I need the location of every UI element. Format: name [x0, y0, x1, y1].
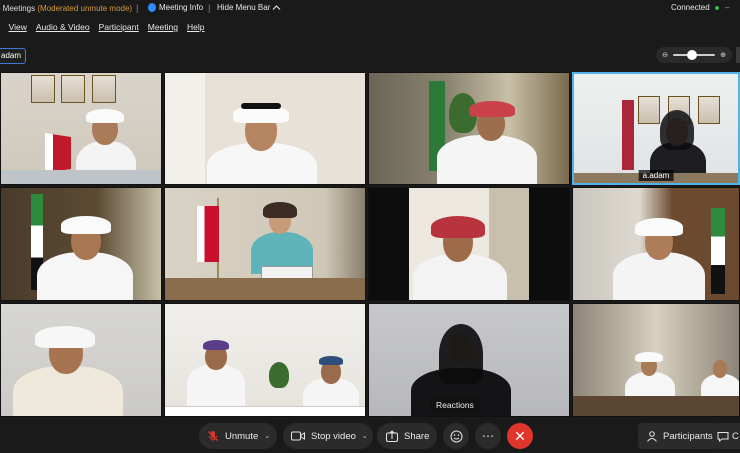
separator: |	[208, 3, 211, 13]
menu-item-help[interactable]: Help	[187, 22, 204, 36]
share-button[interactable]: Share	[377, 423, 437, 449]
share-screen-icon	[386, 430, 398, 442]
video-grid: a.adam	[0, 72, 740, 417]
menu-item-participant[interactable]: Participant	[99, 22, 139, 36]
chat-bubble-icon	[717, 431, 729, 442]
video-tile-3[interactable]	[368, 72, 570, 185]
edge-handle	[736, 47, 740, 63]
portrait-frame	[638, 96, 660, 124]
hide-menu-bar-button[interactable]: Hide Menu Bar	[217, 3, 281, 12]
app-title: e Meetings (Moderated unmute mode)	[0, 4, 133, 13]
chat-button[interactable]: C	[713, 423, 740, 449]
video-tile-12[interactable]	[572, 303, 740, 417]
menu-item-meeting[interactable]: Meeting	[148, 22, 178, 36]
zoom-slider-knob[interactable]	[686, 50, 697, 60]
separator: |	[136, 3, 139, 13]
stop-video-button[interactable]: Stop video ⌄	[283, 423, 373, 449]
zoom-control: ⊖ ⊕	[656, 47, 732, 63]
video-tile-8[interactable]	[572, 187, 740, 301]
zoom-in-icon[interactable]: ⊕	[719, 51, 727, 59]
portrait-frame	[61, 75, 85, 103]
chevron-down-icon[interactable]: ⌄	[264, 432, 270, 440]
moderated-mode-note: (Moderated unmute mode)	[37, 4, 133, 13]
video-tile-6[interactable]	[164, 187, 366, 301]
reactions-tooltip: Reactions	[430, 398, 480, 412]
participant-name-label: a.adam	[638, 170, 674, 181]
video-camera-icon	[291, 431, 305, 441]
video-tile-7[interactable]	[368, 187, 570, 301]
portrait-frame	[92, 75, 116, 103]
more-icon: ⋯	[482, 429, 494, 443]
video-tile-2[interactable]	[164, 72, 366, 185]
flag	[45, 133, 71, 173]
shield-icon	[148, 3, 156, 12]
video-tile-1[interactable]	[0, 72, 162, 185]
menu-item-audio-video[interactable]: Audio & Video	[36, 22, 90, 36]
video-tile-9[interactable]	[0, 303, 162, 417]
video-tile-5[interactable]	[0, 187, 162, 301]
participants-button[interactable]: Participants	[638, 423, 716, 449]
meeting-info-button[interactable]: Meeting Info	[148, 3, 203, 12]
minimize-button[interactable]: –	[725, 3, 729, 12]
chevron-up-icon	[272, 5, 281, 10]
end-meeting-button[interactable]: ✕	[507, 423, 533, 449]
status-dot	[714, 5, 719, 10]
menu-item-view[interactable]: View	[9, 22, 27, 36]
zoom-out-icon[interactable]: ⊖	[661, 51, 669, 59]
flag	[622, 100, 634, 170]
active-speaker-chip[interactable]: adam	[0, 48, 27, 64]
more-button[interactable]: ⋯	[475, 423, 501, 449]
menu-bar: re View Audio & Video Participant Meetin…	[0, 22, 205, 36]
portrait-frame	[31, 75, 55, 103]
plant	[269, 362, 289, 388]
close-icon: ✕	[514, 427, 526, 444]
flag	[197, 206, 219, 262]
chevron-down-icon[interactable]: ⌄	[362, 432, 368, 440]
microphone-muted-icon	[207, 430, 219, 442]
video-tile-4[interactable]: a.adam	[572, 72, 740, 185]
reactions-button[interactable]	[443, 423, 469, 449]
meeting-controls: Unmute ⌄ Stop video ⌄ Share ⋯ ✕ Particip…	[0, 417, 740, 453]
video-tile-10[interactable]	[164, 303, 366, 417]
smiley-icon	[450, 430, 462, 442]
people-icon	[646, 430, 658, 442]
unmute-button[interactable]: Unmute ⌄	[199, 423, 277, 449]
title-bar: e Meetings (Moderated unmute mode) | Mee…	[0, 0, 740, 18]
connection-status: Connected	[671, 3, 719, 12]
flag	[711, 208, 725, 294]
zoom-slider[interactable]	[673, 50, 715, 60]
portrait-frame	[698, 96, 720, 124]
